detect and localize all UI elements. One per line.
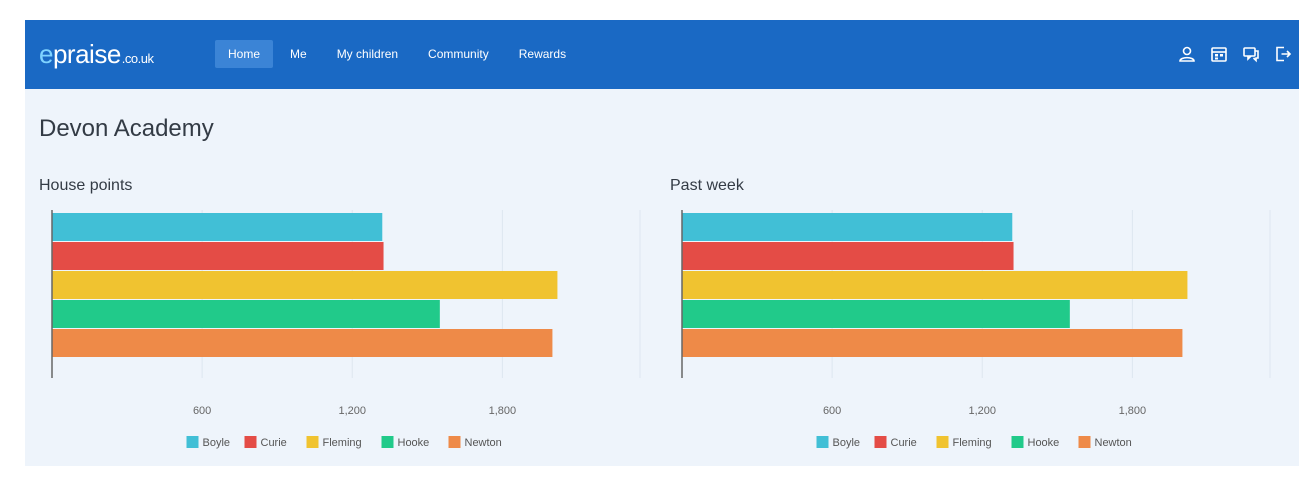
nav-rewards[interactable]: Rewards [506, 40, 579, 68]
nav-my-children[interactable]: My children [324, 40, 411, 68]
main-nav: Home Me My children Community Rewards [215, 40, 583, 68]
legend-swatch-curie [244, 436, 257, 448]
bar-hooke[interactable] [682, 300, 1070, 328]
legend-label-hooke: Hooke [1028, 437, 1060, 449]
legend-label-hooke: Hooke [398, 437, 430, 449]
house-points-title: House points [39, 177, 133, 194]
legend-swatch-newton [1078, 436, 1091, 448]
nav-me[interactable]: Me [277, 40, 320, 68]
bar-curie[interactable] [52, 242, 384, 270]
nav-home[interactable]: Home [215, 40, 274, 68]
logo-name: praise [52, 39, 121, 69]
past-week-title: Past week [670, 177, 744, 194]
legend-swatch-boyle [816, 436, 829, 448]
legend-swatch-fleming [936, 436, 949, 448]
x-tick-label: 600 [823, 405, 841, 417]
logo-prefix: e [39, 39, 53, 69]
app-window: epraise.co.uk Home Me My children Commun… [25, 20, 1299, 466]
legend-swatch-hooke [1011, 436, 1024, 448]
house-points-chart: 600 1,200 1,800 Boyle Curie Fleming Hooke Newto… [51, 210, 641, 449]
bar-hooke[interactable] [52, 300, 440, 328]
x-tick-label: 1,200 [968, 405, 996, 417]
legend-label-boyle: Boyle [203, 437, 231, 449]
bar-fleming[interactable] [682, 271, 1188, 299]
logo-tld: .co.uk [121, 51, 154, 66]
legend-swatch-curie [874, 436, 887, 448]
x-tick-label: 600 [193, 405, 211, 417]
user-icon[interactable] [1171, 40, 1203, 68]
nav-community[interactable]: Community [415, 40, 502, 68]
legend-swatch-fleming [306, 436, 319, 448]
legend-label-newton: Newton [465, 437, 502, 449]
legend-label-fleming: Fleming [953, 437, 992, 449]
bar-boyle[interactable] [682, 213, 1013, 241]
top-navigation-bar: epraise.co.uk Home Me My children Commun… [25, 20, 1299, 89]
logout-icon[interactable] [1267, 40, 1299, 68]
x-tick-label: 1,800 [489, 405, 517, 417]
legend-label-newton: Newton [1095, 437, 1132, 449]
legend-label-curie: Curie [261, 437, 287, 449]
x-tick-label: 1,200 [338, 405, 366, 417]
legend-label-fleming: Fleming [323, 437, 362, 449]
bar-curie[interactable] [682, 242, 1014, 270]
bar-boyle[interactable] [52, 213, 383, 241]
epraise-logo[interactable]: epraise.co.uk [39, 39, 154, 70]
chat-icon[interactable] [1235, 40, 1267, 68]
legend-swatch-newton [448, 436, 461, 448]
legend-swatch-boyle [186, 436, 199, 448]
bar-newton[interactable] [52, 329, 553, 357]
page-title: Devon Academy [39, 115, 214, 142]
legend-label-boyle: Boyle [833, 437, 861, 449]
past-week-chart: 600 1,200 1,800 Boyle Curie Fleming Hooke Newto… [681, 210, 1271, 449]
x-tick-label: 1,800 [1119, 405, 1147, 417]
calendar-icon[interactable] [1203, 40, 1235, 68]
bar-newton[interactable] [682, 329, 1183, 357]
header-icons [1171, 40, 1299, 68]
legend-swatch-hooke [381, 436, 394, 448]
bar-fleming[interactable] [52, 271, 558, 299]
legend-label-curie: Curie [891, 437, 917, 449]
